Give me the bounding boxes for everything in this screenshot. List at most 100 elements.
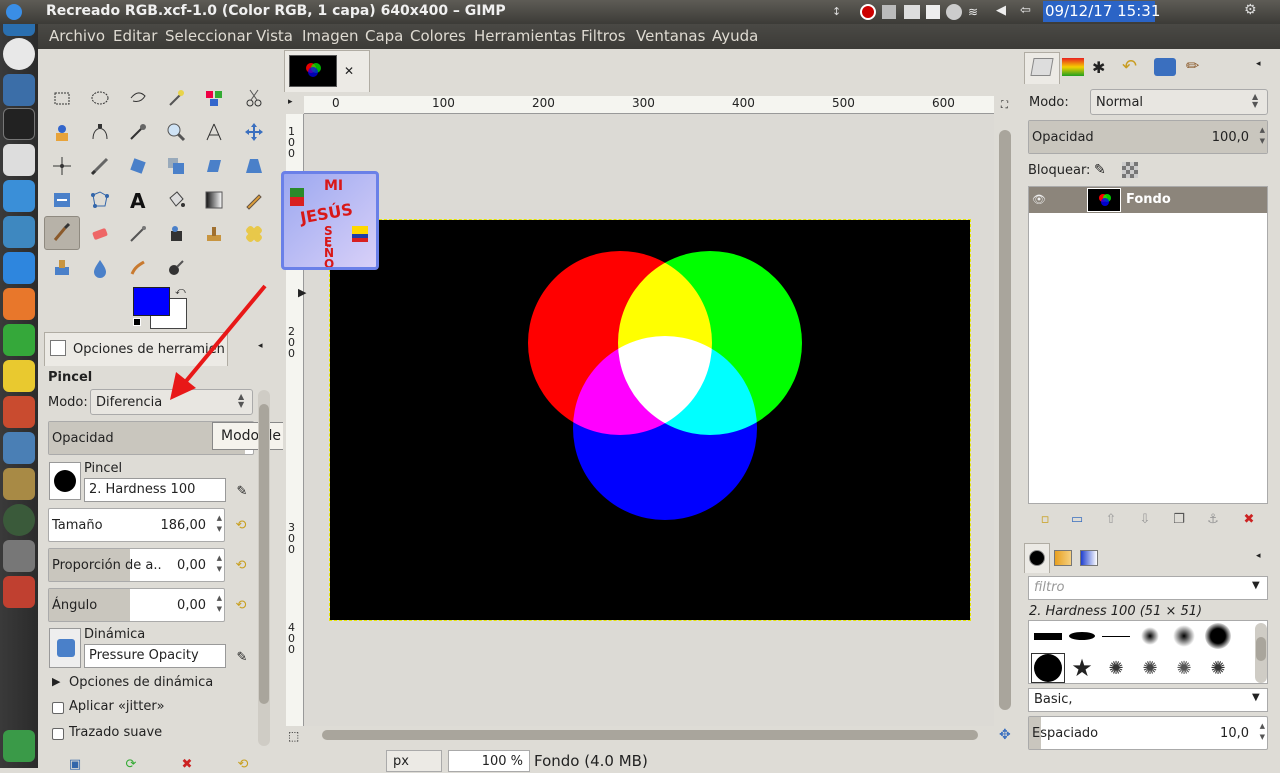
recycle-icon[interactable] bbox=[3, 730, 35, 762]
navigate-icon[interactable]: ✥ bbox=[999, 727, 1011, 743]
device-status-tab-icon[interactable] bbox=[1154, 58, 1176, 76]
dynamics-options-expander[interactable]: Opciones de dinámica bbox=[69, 675, 213, 690]
spiral-app-icon[interactable] bbox=[3, 74, 35, 106]
bucket-fill-icon[interactable] bbox=[162, 186, 190, 214]
writer-icon[interactable] bbox=[3, 252, 35, 284]
layer-opacity-arrows-icon[interactable]: ▲ ▼ bbox=[1260, 125, 1265, 147]
scale-icon[interactable] bbox=[162, 152, 190, 180]
tools-icon[interactable] bbox=[3, 468, 35, 500]
aspect-ratio-spin[interactable]: Proporción de a... 0,00 ▲ ▼ bbox=[48, 548, 225, 582]
quick-mask-icon[interactable]: ⬚ bbox=[288, 729, 299, 743]
expander-arrow-icon[interactable]: ▶ bbox=[52, 675, 60, 688]
menu-vista[interactable]: Vista bbox=[256, 27, 293, 45]
color-picker-icon[interactable] bbox=[124, 118, 152, 146]
app-menu-icon[interactable] bbox=[6, 4, 22, 20]
layer-name[interactable]: Fondo bbox=[1126, 192, 1171, 207]
raise-layer-icon[interactable]: ⇧ bbox=[1102, 510, 1120, 528]
indicator-arrow-icon[interactable]: ↕ bbox=[832, 5, 841, 19]
menu-herramientas[interactable]: Herramientas bbox=[474, 27, 576, 45]
reset-angle-icon[interactable]: ⟲ bbox=[232, 596, 250, 614]
brushes-panel-menu-icon[interactable]: ◂ bbox=[1256, 551, 1261, 561]
horizontal-ruler[interactable]: 0 100 200 300 400 500 600 bbox=[304, 96, 994, 114]
paths-tab-icon[interactable]: ✱ bbox=[1092, 58, 1114, 78]
foreground-select-icon[interactable] bbox=[48, 118, 76, 146]
patterns-tab-icon[interactable] bbox=[1054, 550, 1072, 566]
clipboard-icon[interactable] bbox=[882, 5, 896, 19]
wifi-icon[interactable]: ≋ bbox=[968, 5, 986, 19]
scissors-icon[interactable] bbox=[240, 84, 268, 112]
heal-icon[interactable] bbox=[240, 220, 268, 248]
reset-size-icon[interactable]: ⟲ bbox=[232, 516, 250, 534]
perspective-clone-icon[interactable] bbox=[48, 254, 76, 282]
browser-icon[interactable] bbox=[3, 216, 35, 248]
measure-icon[interactable] bbox=[200, 118, 228, 146]
unit-select[interactable]: px bbox=[386, 750, 442, 772]
brush-cell[interactable] bbox=[1133, 621, 1167, 651]
cage-transform-icon[interactable] bbox=[86, 186, 114, 214]
settings-icon[interactable] bbox=[3, 360, 35, 392]
flip-icon[interactable] bbox=[48, 186, 76, 214]
session-gear-icon[interactable]: ⚙ bbox=[1244, 2, 1268, 22]
aspect-ratio-arrows-icon[interactable]: ▲ ▼ bbox=[217, 553, 222, 575]
menu-colores[interactable]: Colores bbox=[410, 27, 466, 45]
spreadsheet-icon[interactable] bbox=[3, 324, 35, 356]
new-layer-icon[interactable]: ▫ bbox=[1036, 510, 1054, 528]
tool-options-scrollbar[interactable] bbox=[258, 390, 270, 746]
splatter-brush-icon[interactable]: ✺ bbox=[1201, 653, 1235, 683]
reset-ratio-icon[interactable]: ⟲ bbox=[232, 556, 250, 574]
smudge-icon[interactable] bbox=[124, 254, 152, 282]
lower-layer-icon[interactable]: ⇩ bbox=[1136, 510, 1154, 528]
menu-imagen[interactable]: Imagen bbox=[302, 27, 358, 45]
brush-cell[interactable] bbox=[1099, 621, 1133, 651]
pencil-icon[interactable] bbox=[240, 186, 268, 214]
close-tab-icon[interactable]: ✕ bbox=[344, 64, 354, 78]
jitter-checkbox[interactable] bbox=[52, 702, 64, 714]
crop-icon[interactable] bbox=[86, 152, 114, 180]
splatter-brush-icon[interactable]: ✺ bbox=[1133, 653, 1167, 683]
stop-icon[interactable] bbox=[860, 4, 876, 20]
reset-options-icon[interactable]: ⟲ bbox=[234, 755, 252, 773]
splatter-brush-icon[interactable]: ✺ bbox=[1167, 653, 1201, 683]
presentation-icon[interactable] bbox=[3, 288, 35, 320]
brush-cell[interactable] bbox=[1201, 621, 1235, 651]
save-options-icon[interactable]: ▣ bbox=[66, 755, 84, 773]
delete-options-icon[interactable]: ✖ bbox=[178, 755, 196, 773]
perspective-icon[interactable] bbox=[240, 152, 268, 180]
navigation-menu-icon[interactable]: ▸ bbox=[288, 97, 293, 107]
menu-archivo[interactable]: Archivo bbox=[49, 27, 105, 45]
image-canvas[interactable] bbox=[329, 219, 971, 621]
gimp-icon[interactable] bbox=[3, 576, 35, 608]
text-editor-icon[interactable] bbox=[3, 144, 35, 176]
rotate-icon[interactable] bbox=[124, 152, 152, 180]
lasso-icon[interactable] bbox=[124, 84, 152, 112]
airbrush-icon[interactable] bbox=[124, 220, 152, 248]
edit-brush-icon[interactable]: ✎ bbox=[233, 482, 251, 500]
splatter-brush-icon[interactable]: ✺ bbox=[1099, 653, 1133, 683]
brush-grid-scrollbar[interactable] bbox=[1255, 623, 1267, 683]
paintbrush-icon[interactable] bbox=[44, 216, 80, 250]
align-icon[interactable] bbox=[48, 152, 76, 180]
horizontal-scrollbar[interactable] bbox=[304, 727, 994, 743]
edit-dynamics-icon[interactable]: ✎ bbox=[233, 648, 251, 666]
layers-panel-menu-icon[interactable]: ◂ bbox=[1256, 59, 1261, 69]
brush-cell[interactable] bbox=[1065, 621, 1099, 651]
menu-seleccionar[interactable]: Seleccionar bbox=[165, 27, 252, 45]
menu-filtros[interactable]: Filtros bbox=[581, 27, 626, 45]
dynamics-preview[interactable] bbox=[49, 628, 81, 668]
brush-grid[interactable]: ★ ✺ ✺ ✺ ✺ bbox=[1028, 620, 1268, 684]
text-icon[interactable]: A bbox=[124, 186, 152, 214]
menu-capa[interactable]: Capa bbox=[365, 27, 403, 45]
select-by-color-icon[interactable] bbox=[200, 84, 228, 112]
new-layer-group-icon[interactable]: ▭ bbox=[1068, 510, 1086, 528]
clock[interactable]: 09/12/17 15:31 bbox=[1043, 1, 1160, 22]
blur-icon[interactable] bbox=[86, 254, 114, 282]
user-icon[interactable] bbox=[946, 4, 962, 20]
ink-icon[interactable] bbox=[162, 220, 190, 248]
lock-alpha-icon[interactable] bbox=[1122, 162, 1138, 178]
default-colors-icon[interactable] bbox=[133, 318, 141, 326]
amazon-icon[interactable] bbox=[3, 38, 35, 70]
network-icon[interactable] bbox=[3, 432, 35, 464]
angle-spin[interactable]: Ángulo 0,00 ▲ ▼ bbox=[48, 588, 225, 622]
star-brush-icon[interactable]: ★ bbox=[1065, 653, 1099, 683]
zoom-select[interactable]: 100 % bbox=[448, 750, 530, 772]
